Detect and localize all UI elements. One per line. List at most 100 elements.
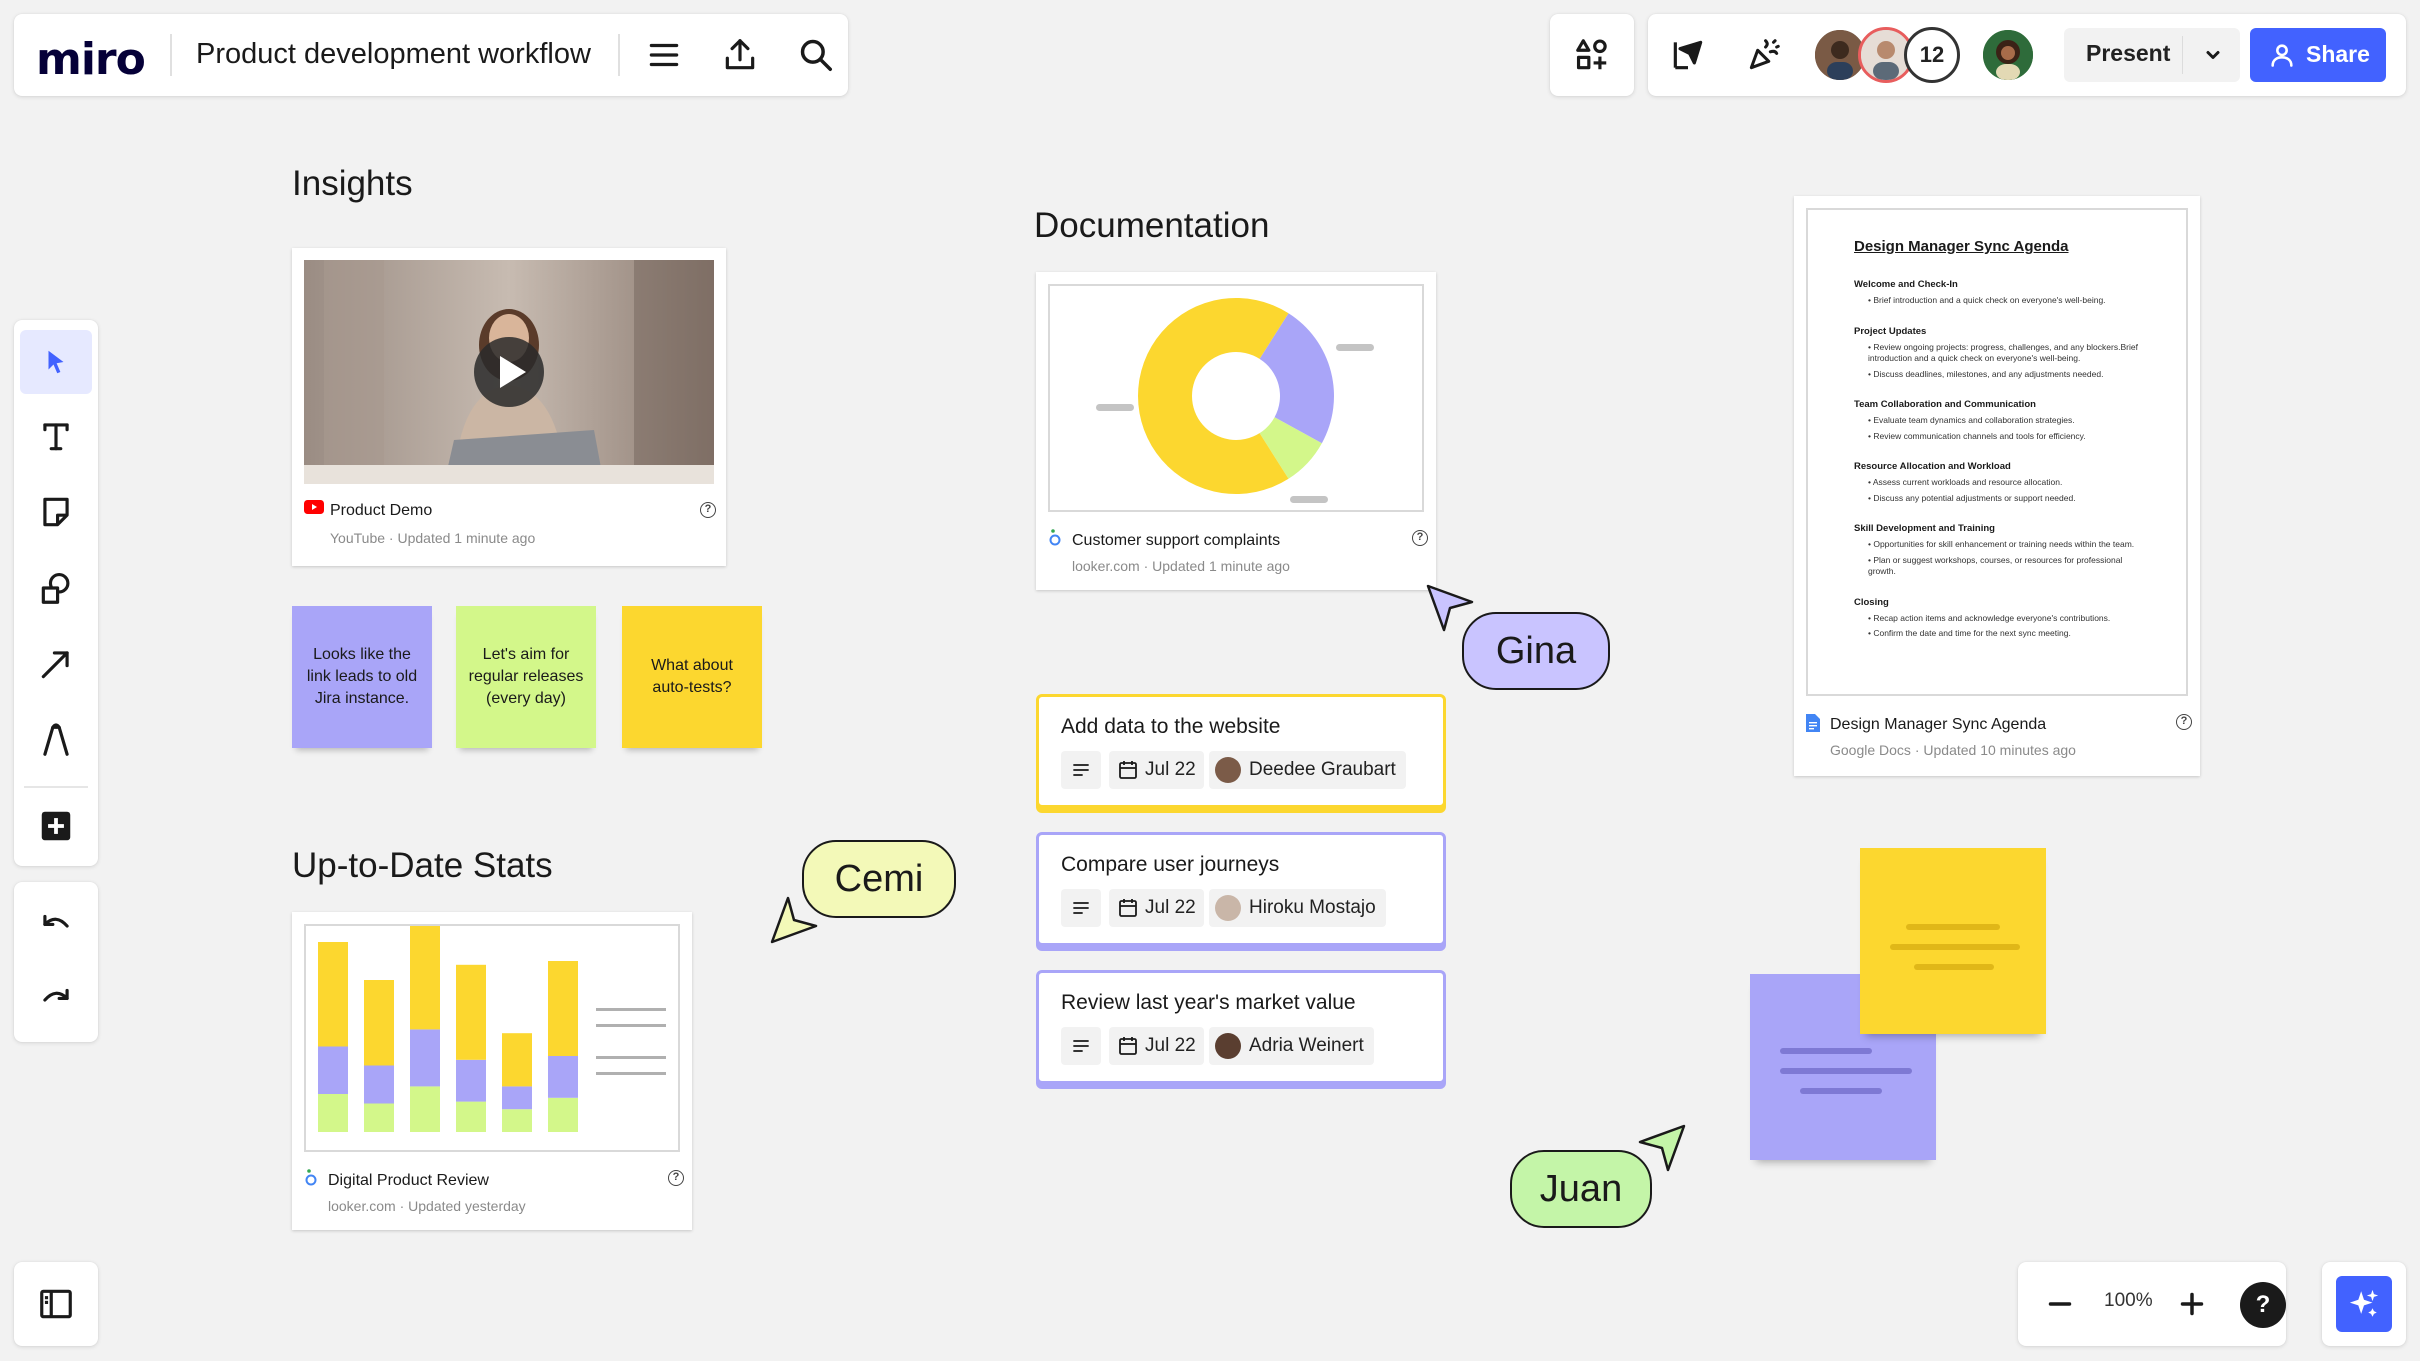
doc-section-heading: Resource Allocation and Workload: [1854, 461, 2011, 472]
undo-icon[interactable]: [26, 896, 86, 956]
sparkle-icon: [2349, 1289, 2379, 1317]
legend-placeholder: [1336, 344, 1374, 351]
card-meta: Google Docs · Updated 10 minutes ago: [1830, 742, 2076, 758]
present-divider: [2182, 36, 2183, 74]
export-icon[interactable]: [710, 25, 770, 85]
video-embed-card[interactable]: Product Demo YouTube · Updated 1 minute …: [292, 248, 726, 566]
info-icon[interactable]: ?: [700, 502, 716, 518]
sticky-note[interactable]: What about auto-tests?: [622, 606, 762, 748]
section-title-insights[interactable]: Insights: [292, 164, 413, 204]
looker-embed-card[interactable]: Digital Product Review looker.com · Upda…: [292, 912, 692, 1230]
bar-segment: [318, 942, 348, 1047]
card-title: Customer support complaints: [1072, 532, 1281, 549]
doc-preview: Design Manager Sync Agenda Welcome and C…: [1806, 208, 2188, 696]
bar-segment: [548, 1056, 578, 1098]
google-doc-embed-card[interactable]: Design Manager Sync Agenda Welcome and C…: [1794, 196, 2200, 776]
sticky-note-yellow[interactable]: [1860, 848, 2046, 1034]
zoom-in-icon[interactable]: [2162, 1274, 2222, 1334]
current-user-avatar[interactable]: [1980, 27, 2036, 83]
assignee-chip[interactable]: Deedee Graubart: [1209, 751, 1406, 789]
doc-bullet: • Opportunities for skill enhancement or…: [1868, 539, 2135, 549]
redo-icon[interactable]: [26, 970, 86, 1030]
zoom-controls: 100% ?: [2018, 1262, 2286, 1346]
doc-bullet: • Assess current workloads and resource …: [1868, 477, 2063, 487]
task-card[interactable]: Add data to the website Jul 22 Deedee Gr…: [1036, 694, 1446, 808]
bar-segment: [410, 1029, 440, 1087]
collaborator-cursor-label: Juan: [1510, 1150, 1652, 1228]
assignee-chip[interactable]: Adria Weinert: [1209, 1027, 1374, 1065]
help-button[interactable]: ?: [2240, 1282, 2286, 1328]
task-card[interactable]: Review last year's market value Jul 22 A…: [1036, 970, 1446, 1084]
card-meta: looker.com · Updated 1 minute ago: [1072, 558, 1290, 574]
share-button[interactable]: Share: [2250, 28, 2386, 82]
assignee-chip[interactable]: Hiroku Mostajo: [1209, 889, 1386, 927]
assignee-avatar: [1215, 757, 1241, 783]
due-date-chip[interactable]: Jul 22: [1109, 751, 1204, 789]
assignee-name: Deedee Graubart: [1249, 759, 1396, 780]
menu-icon[interactable]: [634, 25, 694, 85]
bar-segment: [364, 1103, 394, 1132]
history-toolbar: [14, 882, 98, 1042]
apps-icon[interactable]: [1562, 25, 1622, 85]
placeholder-line: [1780, 1048, 1872, 1054]
info-icon[interactable]: ?: [2176, 714, 2192, 730]
assignee-name: Hiroku Mostajo: [1249, 897, 1376, 918]
search-icon[interactable]: [786, 25, 846, 85]
looker-embed-card[interactable]: Customer support complaints looker.com ·…: [1036, 272, 1436, 590]
doc-bullet: • Evaluate team dynamics and collaborati…: [1868, 415, 2075, 425]
collaborator-cursor-label: Gina: [1462, 612, 1610, 690]
card-title: Design Manager Sync Agenda: [1830, 716, 2047, 733]
donut-chart-preview: [1048, 284, 1424, 512]
placeholder-line: [1780, 1068, 1912, 1074]
section-title-stats[interactable]: Up-to-Date Stats: [292, 846, 553, 886]
sidebar-panel-icon[interactable]: [26, 1274, 86, 1334]
card-updated: Updated 1 minute ago: [1152, 558, 1290, 574]
pen-tool-icon[interactable]: [26, 710, 86, 770]
task-title: Review last year's market value: [1061, 991, 1356, 1014]
doc-bullet: • Discuss deadlines, milestones, and any…: [1868, 368, 2104, 379]
zoom-out-icon[interactable]: [2030, 1274, 2090, 1334]
more-tools-icon[interactable]: [26, 796, 86, 856]
description-icon[interactable]: [1061, 751, 1101, 789]
looker-icon: [1049, 529, 1061, 546]
bar-segment: [548, 1097, 578, 1132]
due-date-chip[interactable]: Jul 22: [1109, 889, 1204, 927]
board-title[interactable]: Product development workflow: [196, 38, 591, 71]
ai-assist-button[interactable]: [2336, 1276, 2392, 1332]
connector-tool-icon[interactable]: [26, 634, 86, 694]
due-date-chip[interactable]: Jul 22: [1109, 1027, 1204, 1065]
select-tool-icon[interactable]: [20, 330, 92, 394]
stacked-bar-chart: [318, 915, 666, 1132]
present-button[interactable]: Present: [2064, 28, 2240, 82]
info-icon[interactable]: ?: [1412, 530, 1428, 546]
bar-segment: [502, 1086, 532, 1110]
video-thumbnail[interactable]: [304, 260, 714, 484]
assignee-name: Adria Weinert: [1249, 1035, 1364, 1056]
description-icon[interactable]: [1061, 889, 1101, 927]
section-title-documentation[interactable]: Documentation: [1034, 206, 1269, 246]
cursor-follow-icon[interactable]: [1658, 25, 1718, 85]
text-tool-icon[interactable]: [26, 406, 86, 466]
sticky-note[interactable]: Looks like the link leads to old Jira in…: [292, 606, 432, 748]
description-icon[interactable]: [1061, 1027, 1101, 1065]
card-meta: YouTube · Updated 1 minute ago: [330, 530, 536, 546]
sticky-note[interactable]: Let's aim for regular releases (every da…: [456, 606, 596, 748]
doc-section-heading: Welcome and Check-In: [1854, 279, 1958, 290]
celebrate-icon[interactable]: [1734, 25, 1794, 85]
bar-segment: [502, 1109, 532, 1132]
assignee-avatar: [1215, 895, 1241, 921]
legend-placeholder: [596, 1072, 666, 1075]
zoom-level[interactable]: 100%: [2104, 1290, 2153, 1312]
header-divider: [618, 34, 620, 76]
collaborator-count[interactable]: 12: [1904, 27, 1960, 83]
task-card[interactable]: Compare user journeys Jul 22 Hiroku Most…: [1036, 832, 1446, 946]
card-source: looker.com: [1072, 558, 1140, 574]
donut-slice: [1138, 298, 1289, 494]
chevron-down-icon[interactable]: [2198, 40, 2228, 70]
calendar-icon: [1119, 761, 1137, 779]
info-icon[interactable]: ?: [668, 1170, 684, 1186]
miro-logo[interactable]: miro: [36, 34, 146, 85]
sticky-note-tool-icon[interactable]: [26, 482, 86, 542]
task-title: Add data to the website: [1061, 715, 1281, 738]
shapes-tool-icon[interactable]: [26, 558, 86, 618]
